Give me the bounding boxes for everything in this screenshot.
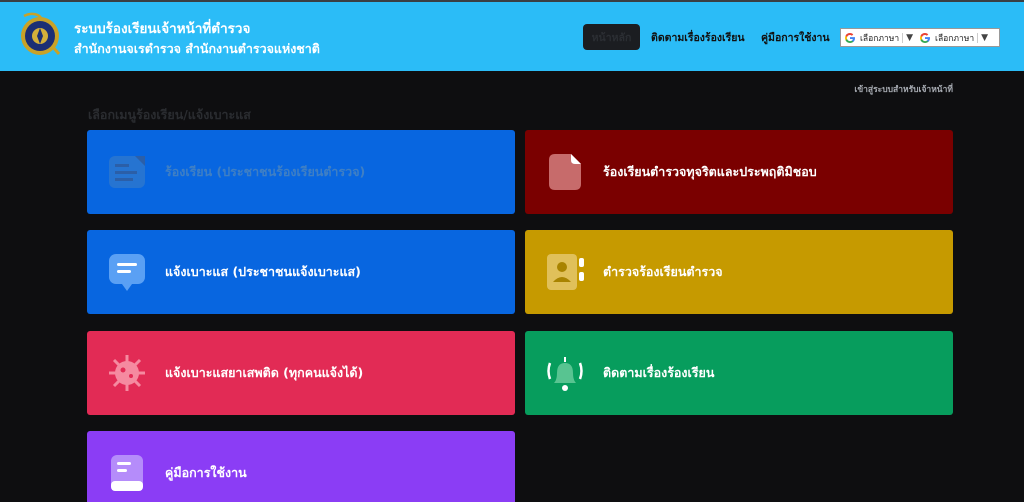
card-user-manual-label: คู่มือการใช้งาน — [165, 465, 247, 480]
site-subtitle: สำนักงานจเรตำรวจ สำนักงานตำรวจแห่งชาติ — [74, 41, 320, 56]
message-icon — [109, 254, 145, 291]
card-drug-tip[interactable]: แจ้งเบาะแสยาเสพติด (ทุกคนแจ้งได้) — [87, 331, 515, 415]
virus-icon — [109, 355, 145, 391]
chevron-down-icon: ▼ — [977, 32, 991, 43]
officer-login-link[interactable]: เข้าสู่ระบบสำหรับเจ้าหน้าที่ — [854, 82, 953, 96]
card-citizen-tip[interactable]: แจ้งเบาะแส (ประชาชนแจ้งเบาะแส) — [87, 230, 515, 314]
contact-book-icon — [547, 254, 584, 290]
document-icon — [549, 154, 581, 190]
site-title: ระบบร้องเรียนเจ้าหน้าที่ตำรวจ — [74, 21, 251, 37]
language-selector[interactable]: เลือกภาษา ▼ เลือกภาษา ▼ — [840, 28, 1000, 47]
chevron-down-icon: ▼ — [902, 32, 916, 43]
google-icon — [920, 32, 931, 43]
nav-home-button[interactable]: หน้าหลัก — [583, 24, 640, 50]
section-title: เลือกเมนูร้องเรียน/แจ้งเบาะแส — [88, 107, 251, 122]
card-citizen-tip-label: แจ้งเบาะแส (ประชาชนแจ้งเบาะแส) — [165, 264, 361, 279]
language-select-1[interactable]: เลือกภาษา ▼ — [841, 29, 916, 46]
bell-icon — [547, 357, 583, 391]
card-track-complaint[interactable]: ติดตามเรื่องร้องเรียน — [525, 331, 953, 415]
card-track-complaint-label: ติดตามเรื่องร้องเรียน — [603, 365, 715, 380]
card-police-complaint-label: ตำรวจร้องเรียนตำรวจ — [603, 264, 723, 279]
card-citizen-complaint-label: ร้องเรียน (ประชาชนร้องเรียนตำรวจ) — [165, 164, 366, 179]
nav-track-complaint-link[interactable]: ติดตามเรื่องร้องเรียน — [651, 24, 745, 50]
card-drug-tip-label: แจ้งเบาะแสยาเสพติด (ทุกคนแจ้งได้) — [165, 365, 364, 380]
complaint-form-icon — [109, 156, 145, 188]
card-user-manual[interactable]: คู่มือการใช้งาน — [87, 431, 515, 502]
card-corruption-complaint[interactable]: ร้องเรียนตำรวจทุจริตและประพฤติมิชอบ — [525, 130, 953, 214]
language-label-2: เลือกภาษา — [935, 33, 975, 44]
site-header: ระบบร้องเรียนเจ้าหน้าที่ตำรวจ สำนักงานจเ… — [0, 2, 1024, 71]
language-label-1: เลือกภาษา — [860, 33, 900, 44]
nav-manual-link[interactable]: คู่มือการใช้งาน — [761, 24, 830, 50]
police-emblem-logo[interactable] — [18, 10, 62, 58]
card-police-complaint[interactable]: ตำรวจร้องเรียนตำรวจ — [525, 230, 953, 314]
google-icon — [845, 32, 855, 43]
manual-icon — [111, 455, 143, 491]
card-citizen-complaint[interactable]: ร้องเรียน (ประชาชนร้องเรียนตำรวจ) — [87, 130, 515, 214]
card-corruption-complaint-label: ร้องเรียนตำรวจทุจริตและประพฤติมิชอบ — [603, 164, 817, 179]
language-select-2[interactable]: เลือกภาษา ▼ — [916, 29, 991, 46]
